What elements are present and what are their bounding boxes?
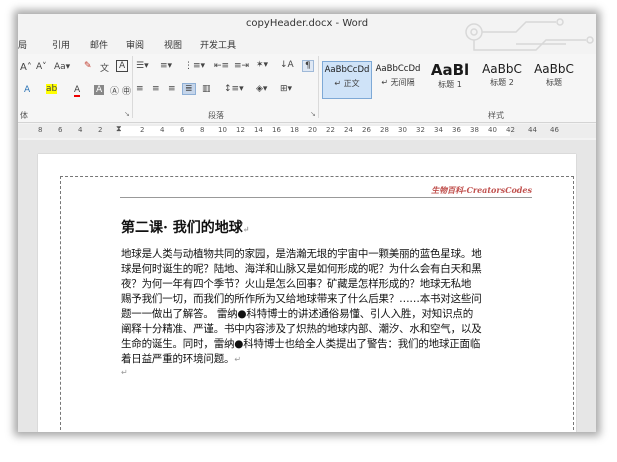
ruler-tick-label: 44: [528, 126, 537, 134]
ruler-tick-label: 42: [506, 126, 515, 134]
document-area: 生物百科-CreatorsCodes 第二课· 我们的地球↵ 地球是人类与动植物…: [18, 140, 596, 432]
body-text-line[interactable]: 阐释十分精准、严谨。书中内容涉及了炽热的地球内部、潮汐、水和空气，以及: [121, 321, 482, 336]
document-heading[interactable]: 第二课· 我们的地球↵: [121, 217, 249, 237]
paragraph-mark-icon: ↵: [242, 224, 250, 234]
paragraph-group-label: 段落: [208, 111, 224, 120]
shrink-font-icon[interactable]: A˅: [36, 62, 47, 72]
ruler-tick-label: 6: [58, 126, 63, 134]
ruler-tick-label: 30: [398, 126, 407, 134]
ruler-tick-label: 36: [452, 126, 461, 134]
ruler-tick-label: 10: [218, 126, 227, 134]
change-case-icon[interactable]: Aa▾: [54, 62, 70, 72]
style-normal[interactable]: AaBbCcDd ↵ 正文: [322, 61, 372, 99]
ruler-tick-label: 8: [38, 126, 43, 134]
ribbon-tabs: 局 引用 邮件 审阅 视图 开发工具: [18, 36, 596, 52]
word-window: copyHeader.docx - Word 局 引用 邮件 审阅 视图 开发工…: [18, 14, 596, 432]
body-text-line[interactable]: 着日益严重的环境问题。↵: [121, 351, 241, 366]
tab-view[interactable]: 视图: [164, 38, 182, 51]
ruler-tick-label: 26: [362, 126, 371, 134]
distributed-icon[interactable]: ▥: [202, 84, 211, 94]
style-no-spacing[interactable]: AaBbCcDd ↵ 无间隔: [374, 61, 422, 97]
ruler-tick-label: 4: [160, 126, 165, 134]
ruler-tick-label: 32: [416, 126, 425, 134]
body-text-line[interactable]: 题一一做出了解答。 雷纳●科特博士的讲述通俗易懂、引人入胜，对知识点的: [121, 306, 473, 321]
grow-font-icon[interactable]: A˄: [20, 62, 32, 73]
shading-icon[interactable]: ◈▾: [256, 84, 267, 94]
paragraph-mark-icon: ↵: [121, 368, 128, 377]
document-page[interactable]: 生物百科-CreatorsCodes 第二课· 我们的地球↵ 地球是人类与动植物…: [38, 154, 576, 432]
body-text-line[interactable]: 球是何时诞生的呢？陆地、海洋和山脉又是如何形成的呢？为什么会有白天和黑: [121, 261, 482, 276]
header-text[interactable]: 生物百科-CreatorsCodes: [431, 185, 532, 196]
paragraph-dialog-launcher-icon[interactable]: ↘: [310, 110, 316, 118]
clear-format-icon[interactable]: ✎: [84, 61, 92, 71]
bullets-icon[interactable]: ☰▾: [136, 61, 149, 71]
paragraph-mark-icon: ↵: [234, 355, 241, 364]
tab-review[interactable]: 审阅: [126, 38, 144, 51]
body-text-line[interactable]: 地球是人类与动植物共同的家园，是浩瀚无垠的宇宙中一颗美丽的蓝色星球。地: [121, 246, 482, 261]
ruler-tick-label: 18: [290, 126, 299, 134]
ruler-tick-label: 16: [272, 126, 281, 134]
font-color-icon[interactable]: A: [74, 85, 81, 97]
enclose-char-icon[interactable]: Ⓐ: [110, 84, 119, 97]
ruler-tick-label: 46: [550, 126, 559, 134]
font-group-label-fragment: 体: [20, 111, 28, 120]
ruler-tick-label: 12: [236, 126, 245, 134]
ruler-tick-label: 28: [380, 126, 389, 134]
borders-icon[interactable]: ⊞▾: [280, 84, 292, 94]
multilevel-list-icon[interactable]: ⋮≡▾: [184, 61, 205, 71]
ruler-tick-label: 14: [254, 126, 263, 134]
ruler-tick-label: 20: [308, 126, 317, 134]
ruler-tick-label: 38: [470, 126, 479, 134]
ruler-tick-label: 2: [98, 126, 103, 134]
show-marks-icon[interactable]: ¶: [302, 60, 314, 72]
styles-group-label: 样式: [488, 111, 504, 120]
chinese-layout-icon[interactable]: ✶▾: [256, 60, 268, 70]
align-left-icon[interactable]: ≡: [136, 84, 144, 94]
ruler-tick-label: 40: [488, 126, 497, 134]
ruler-tick-label: 8: [200, 126, 205, 134]
decrease-indent-icon[interactable]: ⇤≡: [214, 61, 229, 71]
tab-mailings[interactable]: 邮件: [90, 38, 108, 51]
char-shading-icon[interactable]: A: [94, 85, 105, 95]
char-border-icon[interactable]: A: [116, 60, 129, 72]
group-divider: [132, 56, 133, 118]
justify-icon[interactable]: ≣: [182, 83, 196, 95]
ruler-tick-label: 22: [326, 126, 335, 134]
tab-references[interactable]: 引用: [52, 38, 70, 51]
ruler-tick-label: 6: [180, 126, 185, 134]
indent-marker-icon[interactable]: ⧗: [116, 124, 122, 134]
horizontal-ruler[interactable]: 8 6 4 2 ⧗ 2 4 6 8 10 12 14 16 18 20 22 2…: [18, 124, 596, 138]
align-right-icon[interactable]: ≡: [168, 84, 176, 94]
numbering-icon[interactable]: ≡▾: [160, 61, 172, 71]
body-text-line[interactable]: 赐予我们一切，而我们的所作所为又给地球带来了什么后果？……本书对这些问: [121, 291, 482, 306]
increase-indent-icon[interactable]: ≡⇥: [234, 61, 249, 71]
ruler-tick-label: 2: [140, 126, 145, 134]
group-divider: [318, 56, 319, 118]
font-dialog-launcher-icon[interactable]: ↘: [124, 110, 130, 118]
body-text-line[interactable]: 生命的诞生。同时，雷纳●科特博士也给全人类提出了警告：我们的地球正面临: [121, 336, 480, 351]
body-text-line[interactable]: 夜？为何一年有四个季节？火山是怎么回事？矿藏是怎样形成的？地球无私地: [121, 276, 471, 291]
style-title[interactable]: AaBbC 标题: [530, 61, 578, 97]
highlight-icon[interactable]: ab: [46, 84, 58, 94]
header-underline: [120, 197, 532, 198]
ruler-tick-label: 4: [78, 126, 83, 134]
tab-developer[interactable]: 开发工具: [200, 38, 236, 51]
style-heading-2[interactable]: AaBbC 标题 2: [478, 61, 526, 97]
sort-icon[interactable]: ↓A: [280, 60, 294, 70]
ruler-tick-label: 34: [434, 126, 443, 134]
tab-layout[interactable]: 局: [18, 38, 27, 51]
align-center-icon[interactable]: ≡: [152, 84, 160, 94]
ribbon: A˄ A˅ Aa▾ ✎ 文 A A ab A A Ⓐ ㊥ 体 ↘ ☰▾ ≡▾ ⋮…: [18, 54, 596, 123]
circle-char-icon[interactable]: ㊥: [122, 84, 131, 97]
style-heading-1[interactable]: AaBl 标题 1: [426, 61, 474, 97]
phonetic-guide-icon[interactable]: 文: [100, 61, 109, 74]
ruler-tick-label: 24: [344, 126, 353, 134]
line-spacing-icon[interactable]: ↕≡▾: [224, 84, 244, 94]
text-effects-icon[interactable]: A: [24, 85, 30, 95]
